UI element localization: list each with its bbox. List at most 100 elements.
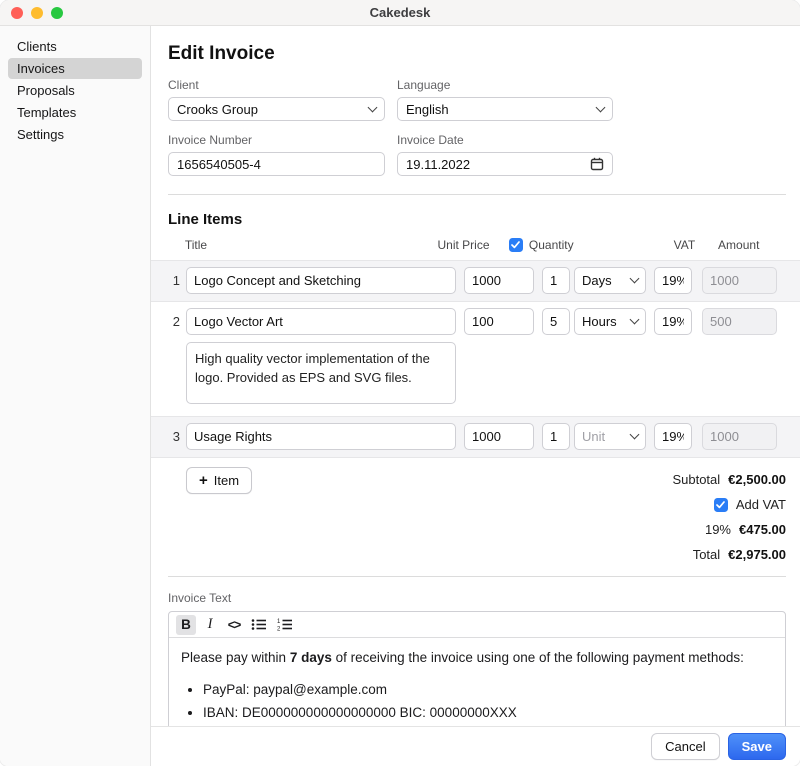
column-title: Title — [185, 238, 430, 252]
chevron-down-icon — [368, 102, 378, 112]
cancel-button[interactable]: Cancel — [651, 733, 719, 760]
plus-icon: + — [199, 473, 208, 488]
invoice-number-input[interactable] — [168, 152, 385, 176]
sidebar-item-settings[interactable]: Settings — [8, 124, 142, 145]
item-unit-value: Unit — [582, 429, 605, 444]
page-title: Edit Invoice — [168, 42, 786, 65]
language-select-value: English — [406, 102, 449, 117]
editor-toolbar: B I <> 1 — [169, 612, 785, 638]
edit-invoice-form: Edit Invoice Client Crooks Group Languag… — [151, 26, 800, 726]
calendar-icon[interactable] — [590, 157, 604, 171]
minimize-window-button[interactable] — [31, 7, 43, 19]
add-vat-label: Add VAT — [736, 497, 786, 512]
client-label: Client — [168, 78, 385, 93]
item-qty-input[interactable] — [542, 267, 570, 294]
payment-methods-list: PayPal: paypal@example.com IBAN: DE00000… — [203, 680, 773, 723]
total-value: €2,975.00 — [728, 547, 786, 562]
client-select[interactable]: Crooks Group — [168, 97, 385, 121]
item-vat-input[interactable] — [654, 423, 692, 450]
row-number: 3 — [168, 423, 180, 450]
invoice-date-value: 19.11.2022 — [406, 157, 470, 172]
subtotal-label: Subtotal — [672, 472, 720, 487]
add-item-button[interactable]: + Item — [186, 467, 252, 494]
item-unit-price-input[interactable] — [464, 308, 534, 335]
section-divider — [168, 576, 786, 577]
close-window-button[interactable] — [11, 7, 23, 19]
item-amount-output — [702, 267, 777, 294]
sidebar-item-templates[interactable]: Templates — [8, 102, 142, 123]
svg-text:1: 1 — [277, 619, 281, 625]
item-title-input[interactable] — [186, 308, 456, 335]
language-select[interactable]: English — [397, 97, 613, 121]
traffic-lights — [11, 0, 63, 26]
line-item-row: 1 Days — [151, 260, 800, 301]
titlebar: Cakedesk — [0, 0, 800, 26]
list-item: IBAN: DE000000000000000000 BIC: 00000000… — [203, 703, 773, 723]
zoom-window-button[interactable] — [51, 7, 63, 19]
item-unit-select[interactable]: Unit — [574, 423, 646, 450]
payment-terms-paragraph: Please pay within 7 days of receiving th… — [181, 648, 773, 668]
item-vat-input[interactable] — [654, 267, 692, 294]
item-amount-output — [702, 423, 777, 450]
column-amount: Amount — [718, 238, 786, 252]
bullet-list-icon[interactable] — [248, 615, 270, 635]
chevron-down-icon — [630, 430, 640, 440]
chevron-down-icon — [630, 274, 640, 284]
ordered-list-icon[interactable]: 1 2 — [274, 615, 296, 635]
line-items-title: Line Items — [168, 211, 786, 229]
italic-icon[interactable]: I — [200, 615, 220, 635]
invoice-text-label: Invoice Text — [168, 591, 786, 606]
add-vat-checkbox[interactable] — [714, 498, 728, 512]
line-item-row: 3 Unit — [151, 416, 800, 457]
add-item-label: Item — [214, 473, 239, 488]
language-label: Language — [397, 78, 613, 93]
row-number: 1 — [168, 267, 180, 294]
column-quantity: Quantity — [529, 238, 574, 252]
bold-icon[interactable]: B — [176, 615, 196, 635]
window-title: Cakedesk — [370, 5, 431, 20]
section-divider — [168, 194, 786, 195]
item-qty-input[interactable] — [542, 423, 570, 450]
line-item-row: 2 Hours — [151, 301, 800, 416]
quantity-checkbox[interactable] — [509, 238, 523, 252]
sidebar-item-invoices[interactable]: Invoices — [8, 58, 142, 79]
invoice-text-editor: B I <> 1 — [168, 611, 786, 726]
line-items-table: Title Unit Price Quantity VAT Amount — [151, 238, 800, 458]
chevron-down-icon — [596, 102, 606, 112]
invoice-text-content[interactable]: Please pay within 7 days of receiving th… — [169, 638, 785, 726]
item-title-input[interactable] — [186, 267, 456, 294]
item-qty-input[interactable] — [542, 308, 570, 335]
item-unit-select[interactable]: Days — [574, 267, 646, 294]
column-vat: VAT — [674, 238, 708, 252]
svg-text:2: 2 — [277, 627, 281, 632]
check-icon — [511, 241, 520, 249]
item-vat-input[interactable] — [654, 308, 692, 335]
invoice-date-input[interactable]: 19.11.2022 — [397, 152, 613, 176]
line-items-header: Title Unit Price Quantity VAT Amount — [151, 238, 800, 260]
item-unit-price-input[interactable] — [464, 423, 534, 450]
item-title-input[interactable] — [186, 423, 456, 450]
item-description-textarea[interactable]: High quality vector implementation of th… — [186, 342, 456, 404]
item-unit-value: Hours — [582, 314, 617, 329]
row-number: 2 — [168, 308, 180, 335]
vat-value: €475.00 — [739, 522, 786, 537]
item-unit-select[interactable]: Hours — [574, 308, 646, 335]
totals: Subtotal €2,500.00 Add VAT 19% €475.00 — [672, 467, 786, 567]
item-amount-output — [702, 308, 777, 335]
item-unit-value: Days — [582, 273, 612, 288]
item-unit-price-input[interactable] — [464, 267, 534, 294]
save-button[interactable]: Save — [728, 733, 786, 760]
code-icon[interactable]: <> — [224, 615, 244, 635]
sidebar-item-proposals[interactable]: Proposals — [8, 80, 142, 101]
column-unit-price: Unit Price — [438, 238, 501, 252]
sidebar-item-clients[interactable]: Clients — [8, 36, 142, 57]
subtotal-value: €2,500.00 — [728, 472, 786, 487]
vat-rate-label: 19% — [705, 522, 731, 537]
total-label: Total — [693, 547, 720, 562]
chevron-down-icon — [630, 315, 640, 325]
invoice-date-label: Invoice Date — [397, 133, 613, 148]
invoice-number-label: Invoice Number — [168, 133, 385, 148]
client-select-value: Crooks Group — [177, 102, 258, 117]
bold-text: 7 days — [290, 650, 332, 665]
app-window: Cakedesk Clients Invoices Proposals Temp… — [0, 0, 800, 766]
